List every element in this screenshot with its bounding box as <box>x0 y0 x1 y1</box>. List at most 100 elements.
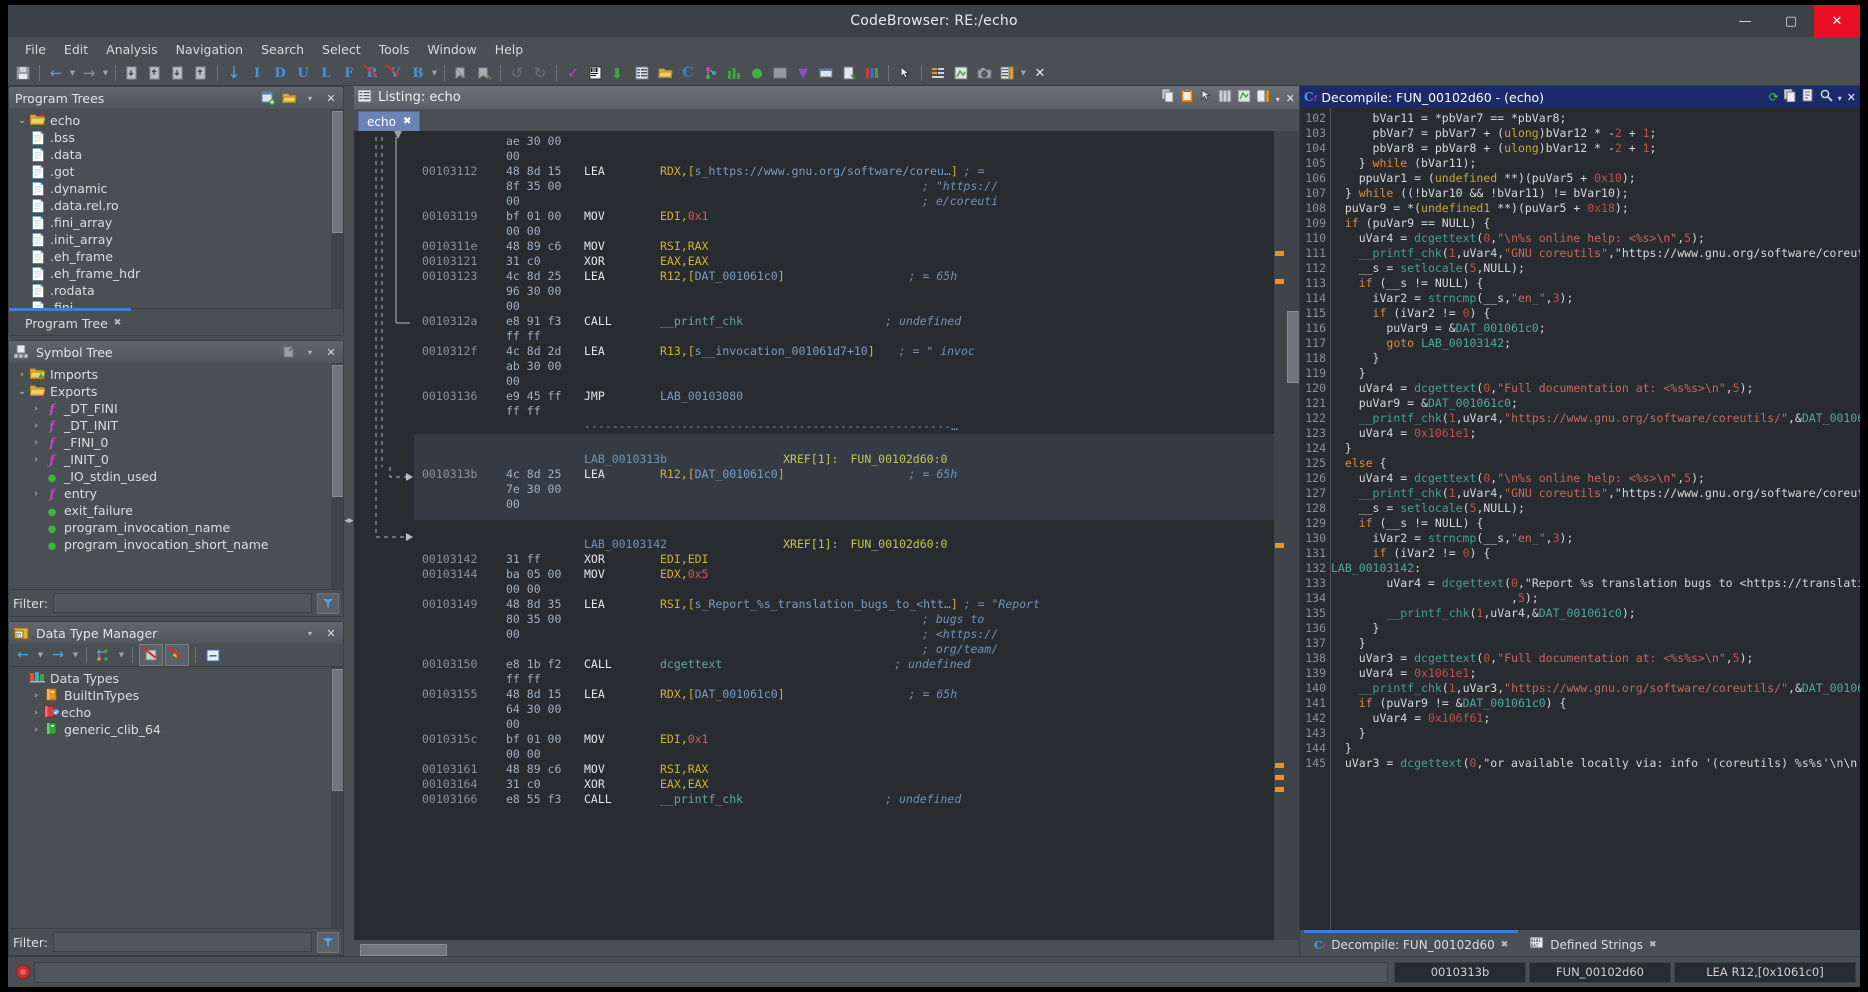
listing-mnemonic[interactable]: MOV <box>584 239 660 254</box>
menu-tools[interactable]: Tools <box>370 39 419 60</box>
listing-row[interactable]: 00103149 48 8d 35 LEA RSI,[s_Report_%s_t… <box>414 597 1274 612</box>
dtm-filter-pointers-icon[interactable] <box>139 644 163 666</box>
back-dropdown-icon[interactable]: ▼ <box>68 69 77 77</box>
snapshot-down-icon[interactable] <box>121 63 143 83</box>
listing-mnemonic[interactable]: XOR <box>584 254 660 269</box>
undo-icon[interactable]: ↺ <box>506 63 528 83</box>
decompiler-line[interactable]: } <box>1331 366 1860 381</box>
listing-row[interactable] <box>414 520 1274 537</box>
checkmark-icon[interactable]: ✓ <box>562 63 584 83</box>
listing-row[interactable]: 00 00 <box>414 224 1274 239</box>
decompiler-line[interactable]: iVar2 = strncmp(__s,"en_",3); <box>1331 531 1860 546</box>
listing-fields-icon[interactable] <box>1219 89 1232 106</box>
listing-menu-icon[interactable]: ▾ <box>1276 91 1280 105</box>
listing-operand[interactable]: RSI,RAX <box>660 239 708 254</box>
decompiler-line[interactable]: ,5); <box>1331 591 1860 606</box>
listing-operand-symbol[interactable]: DAT_001061c0 <box>695 467 778 482</box>
decompiler-line[interactable]: uVar4 = dcgettext(0,"\n%s online help: <… <box>1331 471 1860 486</box>
expand-chevron-icon[interactable]: ⌄ <box>15 116 29 126</box>
listing-operand-call[interactable]: __printf_chk <box>660 792 743 807</box>
menu-search[interactable]: Search <box>252 39 313 60</box>
new-tree-icon[interactable] <box>260 90 276 106</box>
data-type-filter-input[interactable] <box>53 932 312 952</box>
memory-map-icon[interactable] <box>769 63 791 83</box>
listing-row[interactable]: 00103164 31 c0 XOR EAX,EAX <box>414 777 1274 792</box>
decompiler-refresh-icon[interactable]: ⟳ <box>1769 90 1779 104</box>
camera-icon[interactable] <box>973 63 995 83</box>
decompiler-line[interactable]: pbVar7 = pbVar7 + (ulong)bVar12 * -2 + 1… <box>1331 126 1860 141</box>
save-icon[interactable] <box>12 63 34 83</box>
decompiler-line[interactable]: puVar9 = *(undefined1 **)(puVar5 + 0x18)… <box>1331 201 1860 216</box>
redo-icon[interactable]: ↻ <box>529 63 551 83</box>
listing-row[interactable]: 00 <box>414 717 1274 732</box>
listing-mnemonic[interactable]: MOV <box>584 209 660 224</box>
symbol-item-program-invocation-short-name[interactable]: ●program_invocation_short_name <box>9 536 343 553</box>
collapse-chevron-icon[interactable]: › <box>29 691 43 701</box>
menu-select[interactable]: Select <box>313 39 370 60</box>
listing-operand[interactable]: EDI, <box>660 732 688 747</box>
listing-operand-call[interactable]: dcgettext <box>660 657 722 672</box>
green-ball-icon[interactable]: ● <box>746 63 768 83</box>
listing-address[interactable]: 00103144 <box>414 567 506 582</box>
back-icon[interactable]: ← <box>45 63 67 83</box>
listing-row[interactable]: 0010313b 4c 8d 25 LEA R12,[DAT_001061c0]… <box>414 467 1274 482</box>
decompiler-line[interactable]: ppuVar1 = (undefined **)(puVar5 + 0x10); <box>1331 171 1860 186</box>
listing-select-icon[interactable] <box>1200 89 1213 106</box>
decompiler-line[interactable]: puVar9 = &DAT_001061c0; <box>1331 396 1860 411</box>
listing-row[interactable]: 7e 30 00 <box>414 482 1274 497</box>
listing-operand-number[interactable]: 0x1 <box>688 209 709 224</box>
status-address[interactable]: 0010313b <box>1394 962 1526 983</box>
scrollbar-thumb[interactable] <box>1287 311 1299 383</box>
listing-row[interactable]: ff ff <box>414 329 1274 344</box>
scrollbar-thumb[interactable] <box>332 111 343 233</box>
listing-mnemonic[interactable]: CALL <box>584 792 660 807</box>
tab-close-icon[interactable]: ✖ <box>114 318 122 328</box>
listing-mnemonic[interactable]: LEA <box>584 687 660 702</box>
tree-item-fini[interactable]: 📄.fini <box>9 299 343 308</box>
nav-reference-icon[interactable]: R <box>361 63 383 83</box>
listing-row[interactable]: 80 35 00; bugs to <box>414 612 1274 627</box>
dtm-sort-icon[interactable] <box>93 645 115 665</box>
decompiler-line[interactable]: __printf_chk(1,uVar4,"https://www.gnu.or… <box>1331 411 1860 426</box>
decompiler-line[interactable]: __printf_chk(1,uVar3,"https://www.gnu.or… <box>1331 681 1860 696</box>
open-tree-icon[interactable] <box>281 90 297 106</box>
listing-row[interactable]: 00; e/coreuti <box>414 194 1274 209</box>
tree-item-rodata[interactable]: 📄.rodata <box>9 282 343 299</box>
listing-row[interactable]: 00 <box>414 149 1274 164</box>
color-bars-icon[interactable] <box>861 63 883 83</box>
listing-label-row[interactable]: LAB_00103142 XREF[1]: FUN_00102d60:0 <box>414 537 1274 552</box>
dtm-forward-icon[interactable]: → <box>47 645 69 665</box>
listing-operand[interactable]: EAX,EAX <box>660 254 708 269</box>
pointer-icon[interactable] <box>894 63 916 83</box>
bar-chart-icon[interactable] <box>723 63 745 83</box>
data-type-item-builtintypes[interactable]: › BuiltInTypes <box>9 687 343 704</box>
collapse-chevron-icon[interactable]: › <box>29 404 43 414</box>
decompiler-line[interactable]: if (iVar2 != 0) { <box>1331 546 1860 561</box>
listing-row[interactable]: 00103112 48 8d 15 LEA RDX,[s_https://www… <box>414 164 1274 179</box>
listing-label-name[interactable]: LAB_0010313b <box>584 452 667 467</box>
listing-row[interactable]: 00 <box>414 374 1274 389</box>
decompiler-line[interactable]: __s = setlocale(5,NULL); <box>1331 501 1860 516</box>
listing-mnemonic[interactable]: MOV <box>584 732 660 747</box>
listing-row[interactable]: ae 30 00 <box>414 134 1274 149</box>
barcode-icon[interactable] <box>585 63 607 83</box>
listing-row[interactable]: 00103161 48 89 c6 MOV RSI,RAX <box>414 762 1274 777</box>
listing-operand[interactable]: EDI,EDI <box>660 552 708 567</box>
dtm-forward-dropdown-icon[interactable]: ▼ <box>71 651 80 659</box>
symbol-item-dt-init[interactable]: ›f_DT_INIT <box>9 417 343 434</box>
program-trees-scrollbar[interactable] <box>331 109 343 308</box>
listing-row[interactable]: 0010312f 4c 8d 2d LEA R13,[s__invocation… <box>414 344 1274 359</box>
listing-operand-symbol[interactable]: s__invocation_001061d7+10 <box>695 344 868 359</box>
listing-mnemonic[interactable]: XOR <box>584 777 660 792</box>
list<br>ing-address[interactable]: 0010315c <box>414 732 506 747</box>
data-type-manager-close-icon[interactable]: ✕ <box>323 625 339 641</box>
tree-item-data[interactable]: 📄.data <box>9 146 343 163</box>
decompiler-export-icon[interactable] <box>1802 89 1815 105</box>
listing-row[interactable]: ; org/team/ <box>414 642 1274 657</box>
status-function[interactable]: FUN_00102d60 <box>1529 962 1671 983</box>
decompiler-line[interactable]: } <box>1331 741 1860 756</box>
listing-tab-close-icon[interactable]: ✖ <box>403 116 411 127</box>
decompiler-code[interactable]: bVar11 = *pbVar7 == *pbVar8; pbVar7 = pb… <box>1331 108 1860 930</box>
decompiler-search-icon[interactable] <box>1820 89 1833 105</box>
listing-row[interactable]: 00; <https:// <box>414 627 1274 642</box>
